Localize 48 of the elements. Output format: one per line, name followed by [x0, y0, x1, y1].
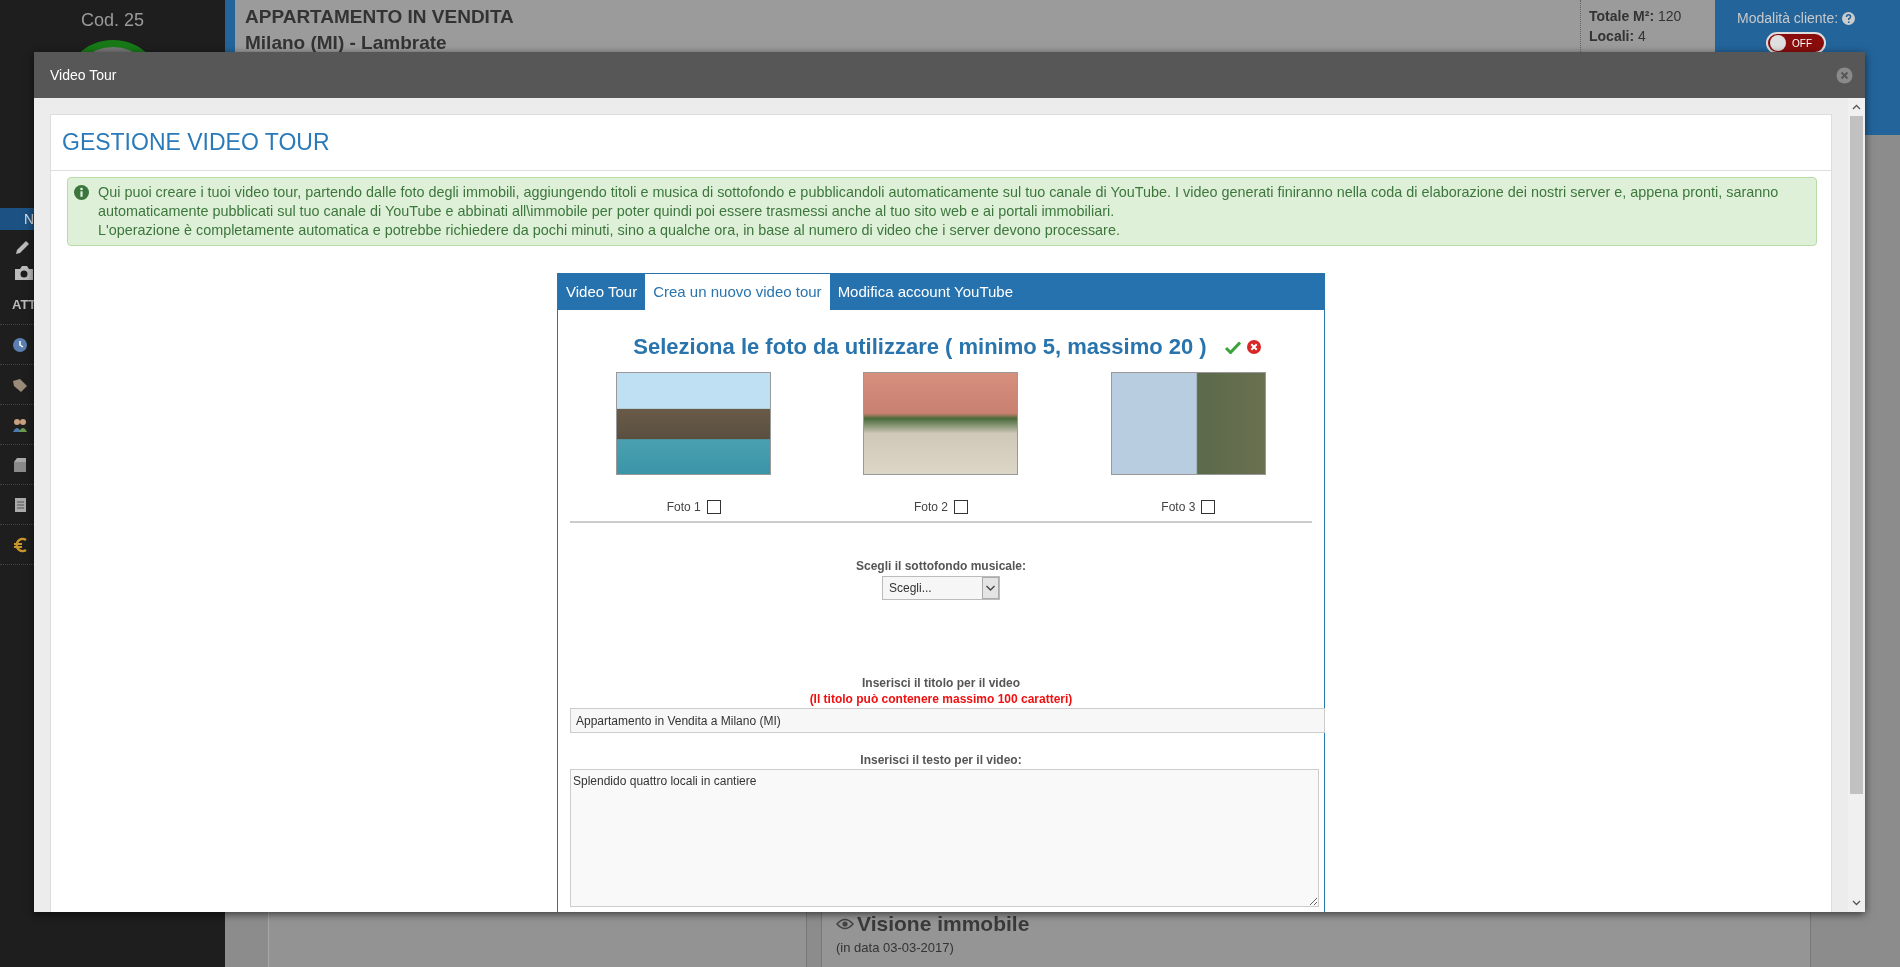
section-heading: Seleziona le foto da utilizzare ( minimo 5, massimo 20 ) — [633, 334, 1207, 360]
photo-label: Foto 1 — [666, 500, 701, 514]
text-label: Inserisci il testo per il video: — [859, 753, 1023, 767]
section-date: (in data 03-03-2017) — [836, 940, 955, 955]
info-icon — [74, 185, 89, 200]
client-mode-toggle[interactable]: OFF — [1766, 32, 1827, 54]
client-mode-label: Modalità cliente: — [1737, 10, 1839, 26]
photo-label: Foto 3 — [1161, 500, 1196, 514]
info-text: L'operazione è completamente automatica e potrebbe richiedere da pochi minuti, sino a qualche ora, in base al numero di video che i server devono processare. — [98, 221, 1121, 240]
box-icon[interactable] — [12, 456, 28, 473]
eye-icon — [836, 918, 854, 930]
listing-title: APPARTAMENTO IN VENDITA — [245, 6, 515, 28]
pencil-icon[interactable] — [14, 238, 32, 256]
people-icon[interactable] — [12, 416, 28, 433]
title-limit-note: (Il titolo può contenere massimo 100 caratteri) — [808, 692, 1074, 706]
photo-checkbox[interactable] — [954, 500, 968, 514]
tab[interactable]: Crea un nuovo video tour — [645, 274, 830, 310]
rooms-stat: Locali: 4 — [1589, 28, 1647, 44]
page-heading: GESTIONE VIDEO TOUR — [62, 129, 330, 156]
info-text: Qui puoi creare i tuoi video tour, partendo dalle foto degli immobili, aggiungendo titoli e musica di sottofondo e pubblicandoli automaticamente sul tuo canale di YouTube. I video generati finiranno nella coda di elaborazione dei nostri server e, appena pronti, saranno automaticamente pubblicati sul tuo canale di YouTube e abbinati all\immobile per poter quindi poi essere trasmessi anche al tuo sito web e ai portali immobiliari. — [98, 183, 1780, 221]
caret-icon — [982, 577, 999, 599]
clock-icon[interactable] — [12, 336, 28, 353]
tab[interactable]: Modifica account YouTube — [829, 274, 1022, 310]
listing-location: Milano (MI) - Lambrate — [245, 32, 448, 54]
tab[interactable]: Video Tour — [558, 274, 646, 310]
cancel-icon[interactable] — [1246, 340, 1261, 354]
photo-checkbox[interactable] — [706, 500, 721, 514]
music-label: Scegli il sottofondo musicale: — [855, 559, 1027, 573]
tags-icon[interactable] — [12, 376, 28, 393]
photo-checkbox[interactable] — [1201, 500, 1216, 514]
property-code: Cod. 25 — [79, 9, 145, 32]
title-input[interactable]: Appartamento in Vendita a Milano (MI) — [570, 708, 1325, 733]
document-icon[interactable] — [12, 496, 28, 513]
euro-icon[interactable] — [12, 536, 28, 553]
title-label: Inserisci il titolo per il video — [860, 676, 1021, 690]
section-title: Visione immobile — [857, 912, 1030, 936]
photo-label: Foto 2 — [913, 500, 948, 514]
scroll-up-icon[interactable] — [1852, 104, 1861, 110]
text-area[interactable]: Splendido quattro locali in cantiere — [570, 769, 1319, 907]
music-select[interactable]: Scegli... — [882, 576, 1000, 600]
dialog-title: Video Tour — [50, 67, 117, 83]
help-icon[interactable] — [1842, 11, 1856, 25]
scrollbar-thumb[interactable] — [1850, 116, 1863, 794]
area-stat: Totale M²: 120 — [1589, 8, 1683, 24]
scroll-down-icon[interactable] — [1852, 900, 1861, 906]
camera-icon[interactable] — [14, 264, 34, 281]
scrollbar[interactable] — [1848, 98, 1865, 912]
check-icon[interactable] — [1224, 340, 1241, 354]
